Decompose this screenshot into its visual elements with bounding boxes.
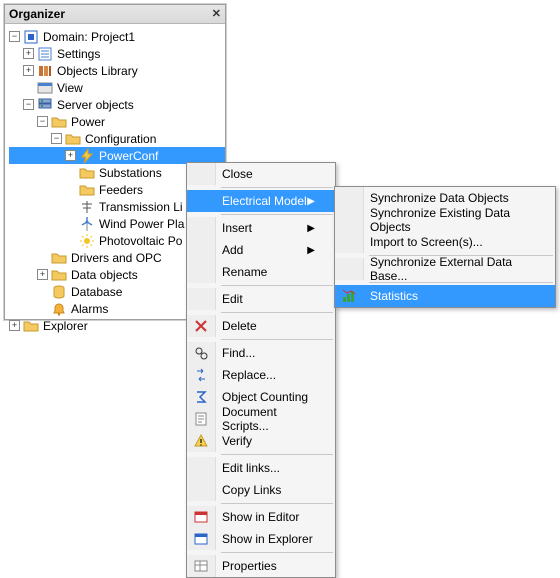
settings-icon — [37, 46, 53, 62]
replace-icon — [187, 364, 216, 386]
warning-icon — [187, 430, 216, 452]
separator — [221, 285, 333, 286]
tree-node-configuration[interactable]: − Configuration — [9, 130, 225, 147]
folder-icon — [79, 165, 95, 181]
separator — [221, 503, 333, 504]
expand-icon[interactable]: + — [37, 269, 48, 280]
domain-icon — [23, 29, 39, 45]
collapse-icon[interactable]: − — [51, 133, 62, 144]
submenu-arrow-icon: ▶ — [307, 196, 315, 207]
submenu-arrow-icon: ▶ — [307, 223, 315, 234]
submenu-statistics[interactable]: Statistics — [335, 285, 555, 307]
submenu-sync-existing[interactable]: Synchronize Existing Data Objects — [335, 209, 555, 231]
separator — [221, 187, 333, 188]
separator — [221, 552, 333, 553]
folder-icon — [51, 250, 67, 266]
menu-insert[interactable]: Insert ▶ — [187, 217, 335, 239]
find-icon — [187, 342, 216, 364]
menu-show-in-editor[interactable]: Show in Editor — [187, 506, 335, 528]
library-icon — [37, 63, 53, 79]
power-config-icon — [79, 148, 95, 164]
menu-copy-links[interactable]: Copy Links — [187, 479, 335, 501]
view-icon — [37, 80, 53, 96]
script-icon — [187, 408, 216, 430]
menu-rename[interactable]: Rename — [187, 261, 335, 283]
menu-properties[interactable]: Properties — [187, 555, 335, 577]
menu-delete[interactable]: Delete — [187, 315, 335, 337]
expand-icon[interactable]: + — [9, 320, 20, 331]
submenu-import-screens[interactable]: Import to Screen(s)... — [335, 231, 555, 253]
panel-title: Organizer — [9, 5, 65, 23]
transmission-icon — [79, 199, 95, 215]
editor-icon — [187, 506, 216, 528]
separator — [221, 312, 333, 313]
menu-edit-links[interactable]: Edit links... — [187, 457, 335, 479]
submenu-electrical-model: Synchronize Data Objects Synchronize Exi… — [334, 186, 556, 308]
submenu-sync-external[interactable]: Synchronize External Data Base... — [335, 258, 555, 280]
collapse-icon[interactable]: − — [9, 31, 20, 42]
menu-show-in-explorer[interactable]: Show in Explorer — [187, 528, 335, 550]
tree-node-settings[interactable]: + Settings — [9, 45, 225, 62]
folder-icon — [79, 182, 95, 198]
database-icon — [51, 284, 67, 300]
expand-icon[interactable]: + — [23, 48, 34, 59]
menu-electrical-model[interactable]: Electrical Model ▶ — [187, 190, 335, 212]
sum-icon — [187, 386, 216, 408]
panel-header: Organizer ✕ — [5, 5, 225, 24]
folder-icon — [51, 267, 67, 283]
menu-find[interactable]: Find... — [187, 342, 335, 364]
menu-document-scripts[interactable]: Document Scripts... — [187, 408, 335, 430]
statistics-icon — [335, 285, 364, 307]
expand-icon[interactable]: + — [65, 150, 76, 161]
menu-verify[interactable]: Verify — [187, 430, 335, 452]
delete-icon — [187, 315, 216, 337]
collapse-icon[interactable]: − — [37, 116, 48, 127]
separator — [221, 214, 333, 215]
explorer-window-icon — [187, 528, 216, 550]
menu-close[interactable]: Close — [187, 163, 335, 185]
tree-node-objects-library[interactable]: + Objects Library — [9, 62, 225, 79]
menu-edit[interactable]: Edit — [187, 288, 335, 310]
folder-icon — [51, 114, 67, 130]
submenu-arrow-icon: ▶ — [307, 245, 315, 256]
menu-replace[interactable]: Replace... — [187, 364, 335, 386]
wind-icon — [79, 216, 95, 232]
expand-icon[interactable]: + — [23, 65, 34, 76]
collapse-icon[interactable]: − — [23, 99, 34, 110]
properties-icon — [187, 555, 216, 577]
tree-node-domain[interactable]: − Domain: Project1 — [9, 28, 225, 45]
close-icon[interactable]: ✕ — [212, 5, 221, 23]
menu-add[interactable]: Add ▶ — [187, 239, 335, 261]
context-menu: Close Electrical Model ▶ Insert ▶ Add ▶ … — [186, 162, 336, 578]
tree-node-server-objects[interactable]: − Server objects — [9, 96, 225, 113]
tree-node-power[interactable]: − Power — [9, 113, 225, 130]
server-icon — [37, 97, 53, 113]
alarm-icon — [51, 301, 67, 317]
tree-node-view[interactable]: View — [9, 79, 225, 96]
separator — [221, 339, 333, 340]
solar-icon — [79, 233, 95, 249]
explorer-icon — [23, 318, 39, 334]
separator — [221, 454, 333, 455]
folder-icon — [65, 131, 81, 147]
